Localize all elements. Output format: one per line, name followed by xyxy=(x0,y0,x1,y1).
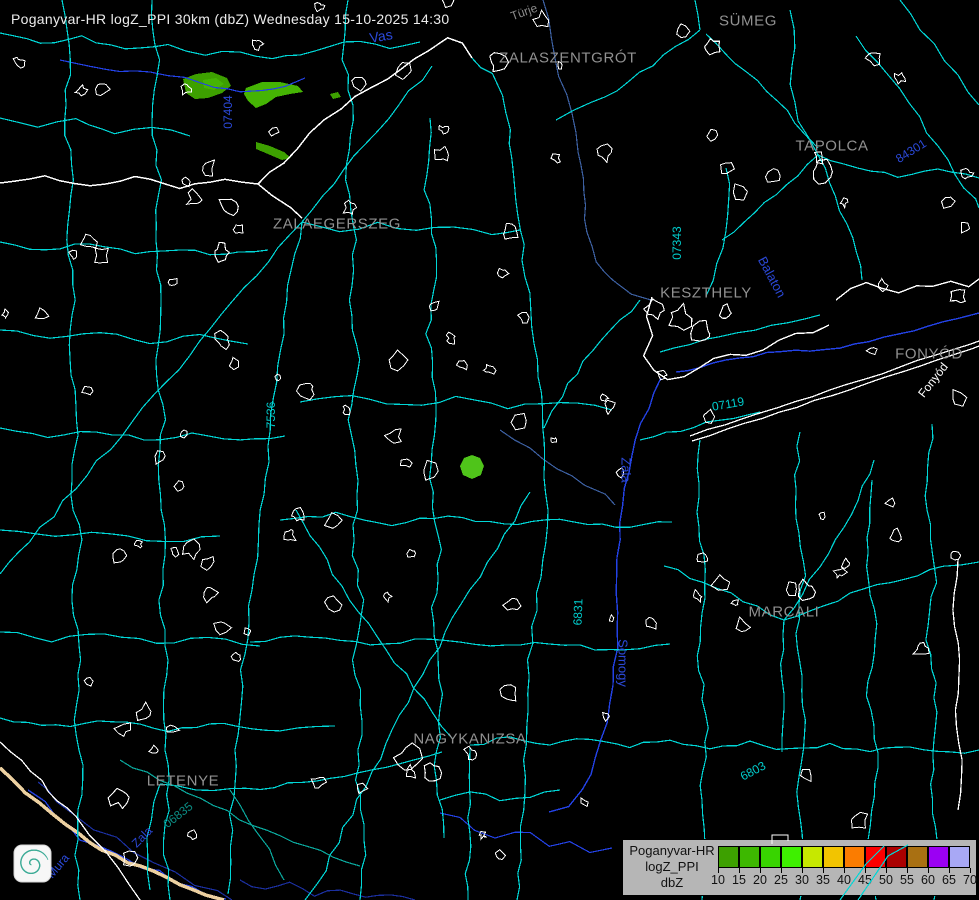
radar-product-title: Poganyvar-HR logZ_PPI 30km (dbZ) Wednesd… xyxy=(11,11,449,27)
legend-tick-value: 35 xyxy=(812,873,834,887)
radar-echo-layer xyxy=(183,72,484,479)
legend-tick-value: 60 xyxy=(917,873,939,887)
legend-tick-value: 30 xyxy=(791,873,813,887)
legend-tick-value: 25 xyxy=(770,873,792,887)
legend-color-cell xyxy=(844,846,865,868)
legend-tick-value: 15 xyxy=(728,873,750,887)
legend-color-cell xyxy=(928,846,949,868)
legend-color-cell xyxy=(781,846,802,868)
major-roads-layer xyxy=(0,38,979,900)
legend-station-label: Poganyvar-HR xyxy=(627,843,717,859)
hungaromet-spiral-logo xyxy=(13,844,53,889)
legend-panel: Poganyvar-HR logZ_PPI dbZ 10152025303540… xyxy=(622,839,977,896)
legend-color-cell xyxy=(823,846,844,868)
legend-color-cell xyxy=(802,846,823,868)
legend-color-cell xyxy=(886,846,907,868)
legend-tick-value: 20 xyxy=(749,873,771,887)
legend-tick-value: 45 xyxy=(854,873,876,887)
legend-unit-label: dbZ xyxy=(627,875,717,891)
legend-product-label: logZ_PPI xyxy=(627,859,717,875)
settlement-outlines-layer xyxy=(2,0,974,866)
legend-color-cell xyxy=(907,846,928,868)
legend-tick-value: 40 xyxy=(833,873,855,887)
legend-color-cell xyxy=(760,846,781,868)
legend-text-block: Poganyvar-HR logZ_PPI dbZ xyxy=(627,843,717,891)
legend-color-cell xyxy=(865,846,886,868)
legend-tick-value: 10 xyxy=(707,873,729,887)
legend-tick-value: 50 xyxy=(875,873,897,887)
legend-color-cell xyxy=(949,846,970,868)
radar-viewport: Poganyvar-HR logZ_PPI 30km (dbZ) Wednesd… xyxy=(0,0,979,900)
legend-color-cell xyxy=(718,846,739,868)
legend-tick-value: 70 xyxy=(959,873,979,887)
rivers-borders-layer xyxy=(28,0,979,900)
legend-color-cell xyxy=(739,846,760,868)
roads-layer xyxy=(0,0,979,900)
radar-map xyxy=(0,0,979,900)
legend-tick-value: 65 xyxy=(938,873,960,887)
spiral-logo-icon xyxy=(13,844,53,884)
legend-colorbar xyxy=(718,846,970,868)
legend-tick-value: 55 xyxy=(896,873,918,887)
